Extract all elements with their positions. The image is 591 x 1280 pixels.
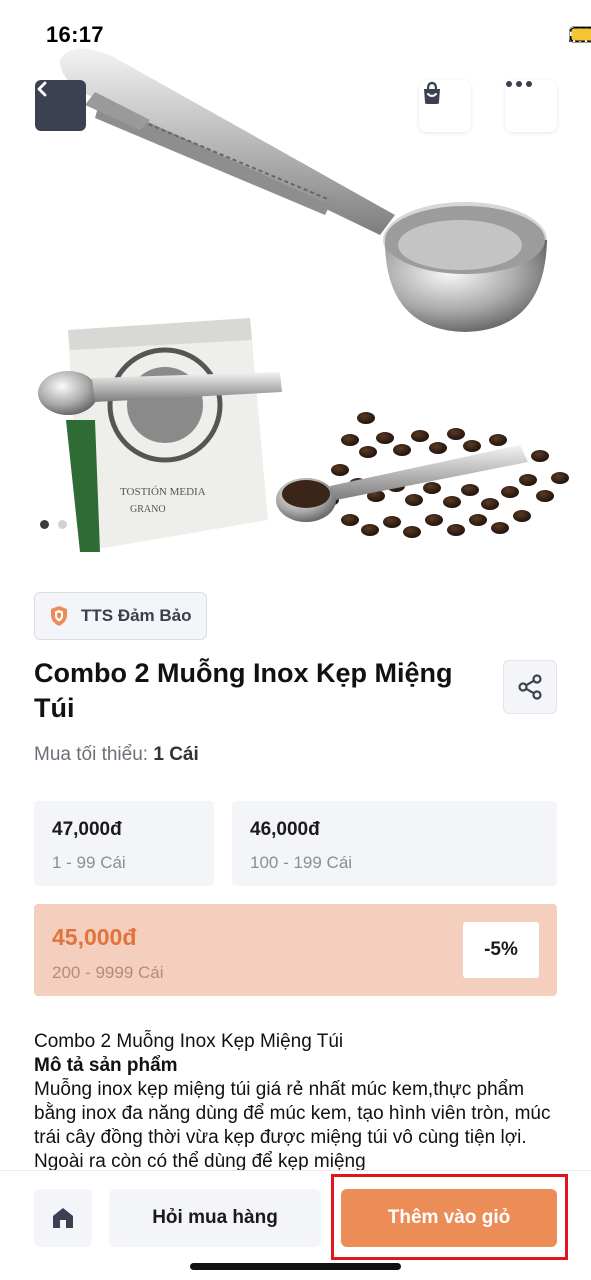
status-time: 16:17 bbox=[46, 22, 104, 47]
home-button[interactable] bbox=[34, 1189, 92, 1247]
price-tier: 46,000đ 100 - 199 Cái bbox=[232, 801, 557, 886]
svg-text:TOSTIÓN MEDIA: TOSTIÓN MEDIA bbox=[120, 486, 206, 498]
back-button[interactable] bbox=[35, 80, 86, 131]
status-bar: 16:17 bbox=[0, 0, 591, 64]
ask-to-buy-button[interactable]: Hỏi mua hàng bbox=[109, 1189, 321, 1247]
product-title: Combo 2 Muỗng Inox Kẹp Miệng Túi bbox=[34, 658, 453, 723]
bottom-action-bar: Hỏi mua hàng Thêm vào giỏ bbox=[0, 1170, 591, 1280]
discount-badge: -5% bbox=[463, 922, 539, 978]
guarantee-badge: TTS Đảm Bảo bbox=[34, 592, 207, 640]
minimum-order: Mua tối thiểu: 1 Cái bbox=[34, 744, 199, 766]
product-photo: TOSTIÓN MEDIA GRANO bbox=[38, 48, 569, 552]
share-button[interactable] bbox=[503, 660, 557, 714]
more-options-button[interactable] bbox=[505, 80, 557, 132]
shopping-bag-icon bbox=[424, 81, 440, 104]
carousel-dot[interactable] bbox=[40, 520, 49, 529]
description-line: Combo 2 Muỗng Inox Kẹp Miệng Túi bbox=[34, 1031, 344, 1052]
chevron-left-icon bbox=[37, 81, 47, 97]
cart-button[interactable] bbox=[419, 80, 471, 132]
product-image-carousel[interactable]: TOSTIÓN MEDIA GRANO 16:17 bbox=[0, 0, 591, 557]
more-horizontal-icon bbox=[506, 81, 532, 87]
tier-price: 46,000đ bbox=[250, 819, 320, 840]
min-order-label: Mua tối thiểu: bbox=[34, 744, 149, 765]
description-body: Muỗng inox kẹp miệng túi giá rẻ nhất múc… bbox=[34, 1079, 551, 1170]
tier-range: 100 - 199 Cái bbox=[250, 853, 353, 872]
home-indicator bbox=[190, 1263, 401, 1270]
tier-range: 1 - 99 Cái bbox=[52, 853, 126, 872]
description-heading: Mô tả sản phẩm bbox=[34, 1055, 178, 1076]
battery-icon bbox=[569, 26, 591, 43]
carousel-indicator bbox=[40, 520, 67, 529]
add-to-cart-button[interactable]: Thêm vào giỏ bbox=[341, 1189, 557, 1247]
home-icon bbox=[53, 1208, 73, 1228]
price-tier: 47,000đ 1 - 99 Cái bbox=[34, 801, 214, 886]
carousel-dot[interactable] bbox=[58, 520, 67, 529]
tier-price: 47,000đ bbox=[52, 819, 122, 840]
share-icon bbox=[518, 674, 542, 700]
shield-icon bbox=[51, 606, 67, 626]
product-description: Combo 2 Muỗng Inox Kẹp Miệng Túi Mô tả s… bbox=[34, 1030, 564, 1170]
guarantee-label: TTS Đảm Bảo bbox=[81, 606, 192, 625]
svg-text:GRANO: GRANO bbox=[130, 504, 166, 515]
min-order-value: 1 Cái bbox=[153, 744, 199, 765]
price-tier-active: 45,000đ 200 - 9999 Cái -5% bbox=[34, 904, 557, 996]
